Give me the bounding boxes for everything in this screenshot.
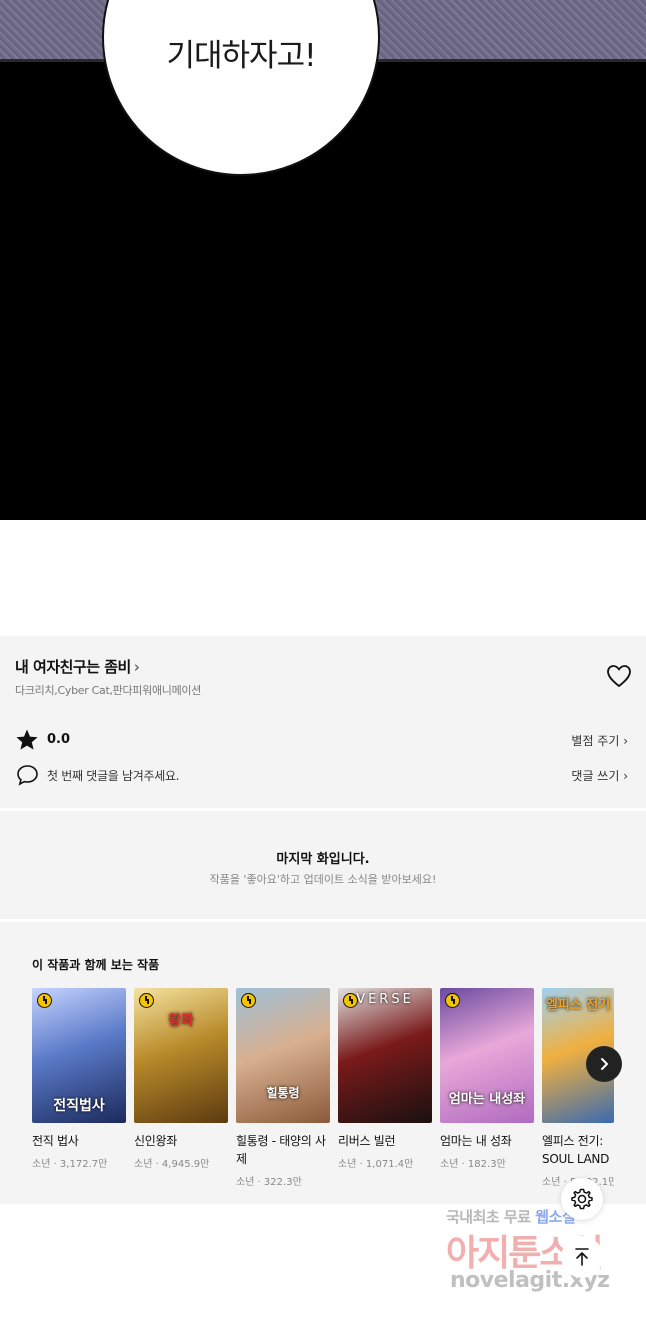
chevron-right-icon: ›	[133, 658, 140, 676]
clock-icon	[37, 993, 52, 1008]
chevron-right-icon	[601, 1058, 608, 1070]
star-icon	[16, 729, 38, 750]
card-meta: 소년 · 3,172.7만	[32, 1159, 108, 1170]
clock-icon	[445, 993, 460, 1008]
card-title: 엘피스 전기: SOUL LAND	[542, 1134, 610, 1166]
work-info-panel: 내 여자친구는 좀비 › 다크리치,Cyber Cat,판다피워애니메이션 0.0…	[0, 636, 646, 808]
recommendation-card[interactable]: 힐통령 힐통령 - 태양의 사제 소년 · 322.3만	[236, 988, 330, 1188]
arrow-up-icon	[575, 1248, 589, 1266]
card-title: 리버스 빌런	[338, 1134, 396, 1148]
work-title: 내 여자친구는 좀비	[15, 658, 131, 676]
work-title-link[interactable]: 내 여자친구는 좀비 ›	[15, 656, 140, 677]
scroll-top-button[interactable]	[561, 1236, 603, 1278]
recommendation-card[interactable]: 왕좌 신인왕좌 소년 · 4,945.9만	[134, 988, 228, 1170]
recommendation-card[interactable]: VERSE 리버스 빌런 소년 · 1,071.4만	[338, 988, 432, 1170]
clock-icon	[241, 993, 256, 1008]
write-comment-button[interactable]: 댓글 쓰기 ›	[571, 767, 628, 784]
cover-thumbnail: 왕좌	[134, 988, 228, 1123]
settings-button[interactable]	[561, 1178, 603, 1220]
cover-thumbnail: VERSE	[338, 988, 432, 1123]
cover-title: 힐통령	[266, 1086, 300, 1100]
rate-button[interactable]: 별점 주기 ›	[571, 732, 628, 749]
cover-thumbnail: 힐통령	[236, 988, 330, 1123]
speech-bubble: 기대하자고!	[102, 0, 380, 176]
recommendations-panel: 이 작품과 함께 보는 작품 전직법사 전직 법사 소년 · 3,172.7만 …	[0, 922, 646, 1204]
recommendation-card[interactable]: 엘피스 전기 엘피스 전기: SOUL LAND 소년 · 5,302.1만	[542, 988, 614, 1188]
gear-icon	[571, 1188, 593, 1210]
card-meta: 소년 · 182.3만	[440, 1159, 506, 1170]
recommendations-heading: 이 작품과 함께 보는 작품	[32, 958, 160, 972]
last-episode-subtitle: 작품을 '좋아요'하고 업데이트 소식을 받아보세요!	[209, 873, 437, 886]
last-episode-title: 마지막 화입니다.	[276, 852, 370, 867]
heart-outline-icon[interactable]	[606, 664, 632, 688]
last-episode-panel: 마지막 화입니다. 작품을 '좋아요'하고 업데이트 소식을 받아보세요!	[0, 811, 646, 919]
cover-title: 엘피스 전기	[545, 998, 611, 1013]
comic-panel: 기대하자고!	[0, 0, 646, 520]
carousel-next-button[interactable]	[586, 1046, 622, 1082]
card-meta: 소년 · 4,945.9만	[134, 1159, 210, 1170]
card-meta: 소년 · 322.3만	[236, 1177, 302, 1188]
recommendation-card[interactable]: 전직법사 전직 법사 소년 · 3,172.7만	[32, 988, 126, 1170]
card-title: 신인왕좌	[134, 1134, 177, 1148]
comment-icon	[17, 765, 38, 786]
speech-bubble-text: 기대하자고!	[166, 38, 316, 74]
card-title: 힐통령 - 태양의 사제	[236, 1134, 326, 1166]
cover-title: 전직법사	[53, 1098, 105, 1114]
clock-icon	[139, 993, 154, 1008]
cover-title: 엄마는 내성좌	[448, 1092, 526, 1107]
cover-thumbnail: 전직법사	[32, 988, 126, 1123]
recommendation-card[interactable]: 엄마는 내성좌 엄마는 내 성좌 소년 · 182.3만	[440, 988, 534, 1170]
rating-value: 0.0	[47, 732, 71, 747]
comment-prompt: 첫 번째 댓글을 남겨주세요.	[47, 769, 180, 783]
card-meta: 소년 · 1,071.4만	[338, 1159, 414, 1170]
cover-title: 왕좌	[168, 1013, 194, 1029]
cover-title: VERSE	[356, 992, 414, 1007]
cover-thumbnail: 엄마는 내성좌	[440, 988, 534, 1123]
work-authors: 다크리치,Cyber Cat,판다피워애니메이션	[15, 684, 202, 697]
card-title: 전직 법사	[32, 1134, 79, 1148]
card-title: 엄마는 내 성좌	[440, 1134, 512, 1148]
